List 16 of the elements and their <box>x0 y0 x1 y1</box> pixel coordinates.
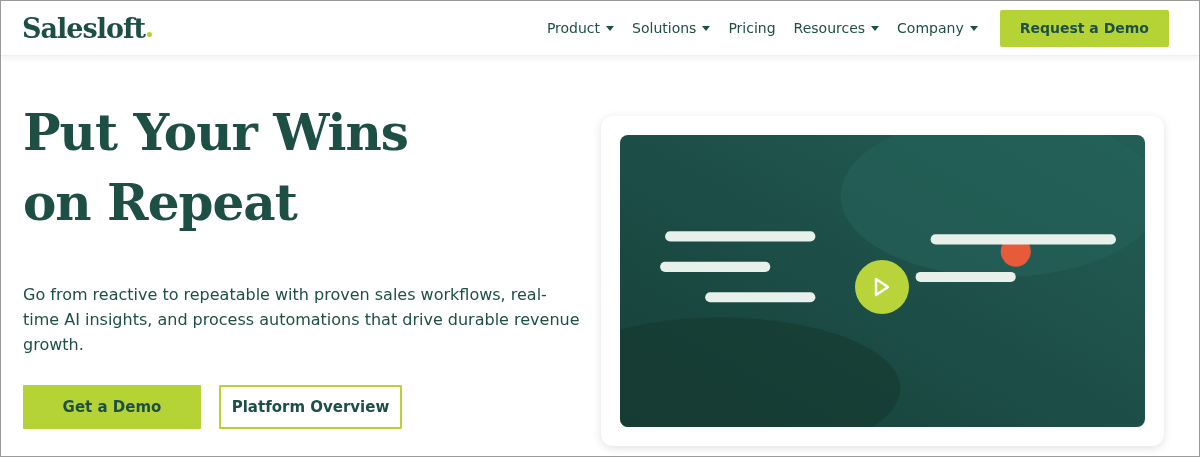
caret-icon <box>606 25 615 31</box>
caret-icon <box>871 25 880 31</box>
headline: Put Your Wins on Repeat <box>23 102 410 234</box>
description: Go from reactive to repeatable with proven sales workflows, real-time AI insights, and process automations that drive durable revenue growth. <box>23 284 581 356</box>
caret-icon <box>969 25 978 31</box>
logo[interactable]: Salesloft <box>22 12 152 44</box>
nav-link[interactable]: Company <box>897 20 978 36</box>
nav-link[interactable]: Pricing <box>728 20 776 36</box>
nav-link[interactable]: Product <box>546 20 615 36</box>
nav-link[interactable]: Solutions <box>632 20 711 36</box>
overview-button[interactable]: Platform Overview <box>219 385 402 429</box>
play-icon <box>874 277 890 297</box>
nav-link[interactable]: Resources <box>793 20 880 36</box>
demo-button[interactable]: Get a Demo <box>23 385 201 429</box>
request-demo-button[interactable]: Request a Demo <box>999 9 1169 47</box>
caret-icon <box>702 25 711 31</box>
